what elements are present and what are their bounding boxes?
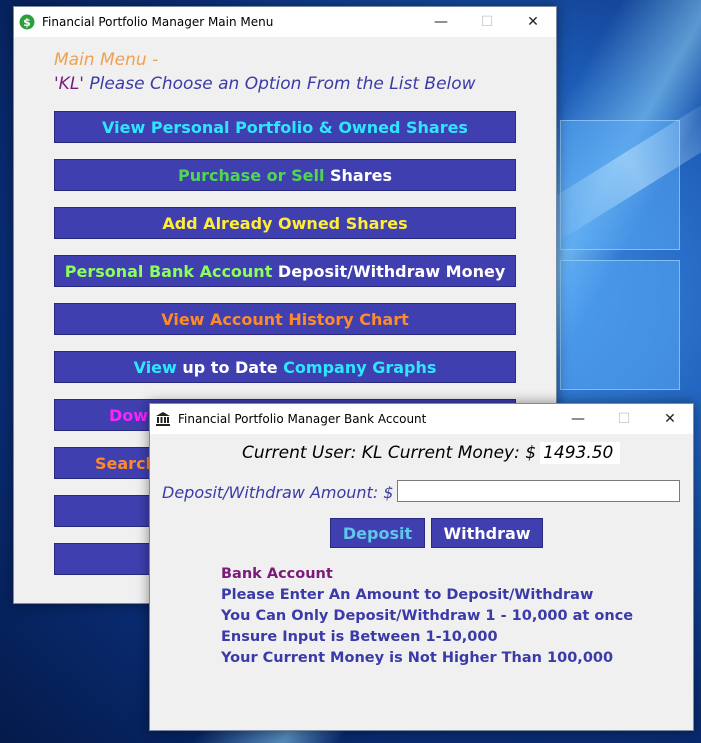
button-label: Dow [109, 405, 149, 425]
withdraw-button[interactable]: Withdraw [431, 518, 543, 548]
current-user-label: Current User: KL Current Money: $ [242, 443, 537, 463]
windows-logo-pane [560, 260, 680, 390]
maximize-button[interactable]: ☐ [601, 404, 647, 434]
info-title: Bank Account [221, 566, 333, 582]
view-portfolio-button[interactable]: View Personal Portfolio & Owned Shares [54, 111, 516, 143]
button-label: View [133, 357, 183, 377]
close-button[interactable]: ✕ [510, 7, 556, 37]
button-label: Add Already Owned Shares [162, 213, 408, 233]
minimize-icon: — [571, 411, 585, 427]
company-graphs-button[interactable]: View up to Date Company Graphs [54, 351, 516, 383]
button-label: Shares [330, 165, 392, 185]
menu-user: 'KL' [54, 74, 84, 94]
maximize-icon: ☐ [617, 411, 631, 427]
minimize-button[interactable]: — [418, 7, 464, 37]
amount-input[interactable] [397, 480, 680, 502]
close-icon: ✕ [527, 14, 539, 30]
current-user-line: Current User: KL Current Money: $ 1493.5… [242, 442, 621, 464]
svg-text:$: $ [23, 16, 31, 29]
button-label: View Account History Chart [161, 309, 409, 329]
add-owned-shares-button[interactable]: Add Already Owned Shares [54, 207, 516, 239]
maximize-icon: ☐ [480, 14, 494, 30]
deposit-button[interactable]: Deposit [330, 518, 425, 548]
menu-subheading: 'KL' Please Choose an Option From the Li… [54, 74, 476, 94]
menu-instruction: Please Choose an Option From the List Be… [83, 74, 476, 94]
bank-icon [155, 411, 171, 427]
button-label: View Personal Portfolio & Owned Shares [102, 117, 468, 137]
button-label: Search [95, 453, 157, 473]
current-money-value: 1493.50 [540, 442, 621, 464]
account-history-chart-button[interactable]: View Account History Chart [54, 303, 516, 335]
bank-title: Financial Portfolio Manager Bank Account [178, 412, 427, 426]
button-label: Company Graphs [283, 357, 437, 377]
main-menu-titlebar[interactable]: $ Financial Portfolio Manager Main Menu … [14, 7, 556, 37]
amount-label: Deposit/Withdraw Amount: $ [162, 483, 394, 502]
button-label: Deposit/Withdraw Money [277, 261, 506, 281]
bank-titlebar[interactable]: Financial Portfolio Manager Bank Account… [150, 404, 693, 434]
bank-info-block: Bank Account Please Enter An Amount to D… [221, 564, 633, 669]
minimize-icon: — [434, 14, 448, 30]
info-line: You Can Only Deposit/Withdraw 1 - 10,000… [221, 608, 634, 624]
bank-account-button[interactable]: Personal Bank Account Deposit/Withdraw M… [54, 255, 516, 287]
button-label: Purchase or Sell [178, 165, 330, 185]
button-label: Personal Bank Account [64, 261, 278, 281]
close-icon: ✕ [664, 411, 676, 427]
info-line: Please Enter An Amount to Deposit/Withdr… [221, 587, 594, 603]
purchase-sell-button[interactable]: Purchase or Sell Shares [54, 159, 516, 191]
main-menu-title: Financial Portfolio Manager Main Menu [42, 15, 274, 29]
info-line: Your Current Money is Not Higher Than 10… [221, 650, 614, 666]
close-button[interactable]: ✕ [647, 404, 693, 434]
maximize-button[interactable]: ☐ [464, 7, 510, 37]
minimize-button[interactable]: — [555, 404, 601, 434]
menu-heading: Main Menu - [54, 50, 159, 70]
bank-account-window: Financial Portfolio Manager Bank Account… [149, 403, 694, 731]
button-label: up to Date [182, 357, 284, 377]
dollar-icon: $ [19, 14, 35, 30]
info-line: Ensure Input is Between 1-10,000 [221, 629, 498, 645]
